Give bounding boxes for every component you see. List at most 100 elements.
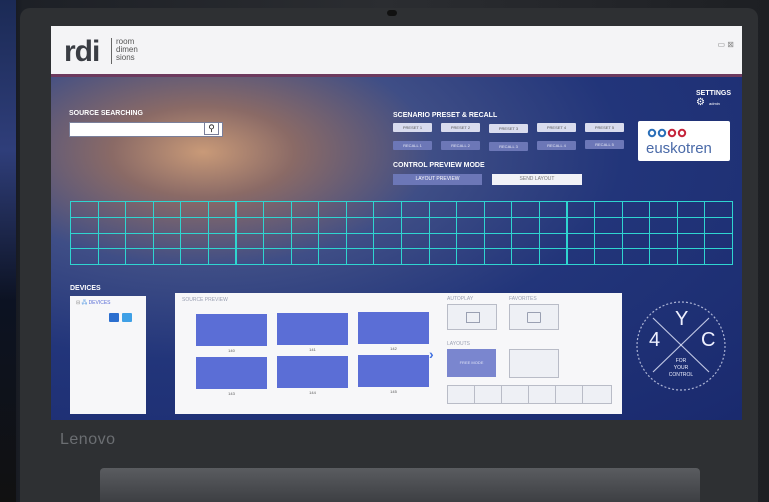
wall-cell[interactable] <box>649 232 678 250</box>
wall-cell[interactable] <box>290 201 320 218</box>
recall-5-button[interactable]: RECALL 5 <box>585 140 624 149</box>
wall-cell[interactable] <box>318 248 347 265</box>
wall-cell[interactable] <box>401 232 430 250</box>
wall-cell[interactable] <box>70 216 99 234</box>
devices-tree-item[interactable]: ⊟ 🖧 DEVICES <box>76 300 111 308</box>
wall-cell[interactable] <box>566 201 596 218</box>
wall-cell[interactable] <box>511 201 540 218</box>
wall-cell[interactable] <box>538 248 568 265</box>
wall-cell[interactable] <box>621 248 651 265</box>
wall-cell[interactable] <box>207 232 237 250</box>
wall-cell[interactable] <box>428 248 458 265</box>
preset-3-button[interactable]: PRESET 3 <box>489 124 528 133</box>
wall-cell[interactable] <box>621 216 651 234</box>
wall-cell[interactable] <box>401 216 430 234</box>
wall-cell[interactable] <box>456 216 485 234</box>
wall-cell[interactable] <box>594 216 623 234</box>
wall-cell[interactable] <box>125 232 154 250</box>
wall-cell[interactable] <box>373 201 402 218</box>
favorites-slot[interactable] <box>509 304 559 330</box>
wall-cell[interactable] <box>483 248 513 265</box>
wall-cell[interactable] <box>428 232 458 250</box>
wall-cell[interactable] <box>152 232 182 250</box>
recall-2-button[interactable]: RECALL 2 <box>441 141 480 150</box>
wall-cell[interactable] <box>594 248 623 265</box>
wall-cell[interactable] <box>318 216 347 234</box>
device-icon[interactable] <box>122 313 132 322</box>
wall-cell[interactable] <box>263 216 292 234</box>
wall-cell[interactable] <box>263 201 292 218</box>
window-controls[interactable]: ▭ ⊠ <box>718 40 734 49</box>
wall-cell[interactable] <box>621 201 651 218</box>
settings-area[interactable]: SETTINGS ⚙ admin <box>696 90 731 109</box>
wall-cell[interactable] <box>152 248 182 265</box>
recall-3-button[interactable]: RECALL 3 <box>489 142 528 151</box>
wall-cell[interactable] <box>70 232 99 250</box>
wall-cell[interactable] <box>290 248 320 265</box>
wall-cell[interactable] <box>345 216 375 234</box>
wall-cell[interactable] <box>180 248 209 265</box>
wall-cell[interactable] <box>207 216 237 234</box>
source-thumbnail[interactable] <box>277 356 348 388</box>
recall-4-button[interactable]: RECALL 4 <box>537 141 576 150</box>
wall-cell[interactable] <box>676 248 706 265</box>
layout-slot[interactable] <box>509 349 559 378</box>
wall-cell[interactable] <box>70 248 99 265</box>
wall-cell[interactable] <box>704 232 733 250</box>
video-wall-grid[interactable] <box>70 201 733 265</box>
source-thumbnail[interactable] <box>196 357 267 389</box>
wall-cell[interactable] <box>263 232 292 250</box>
wall-cell[interactable] <box>566 248 596 265</box>
wall-cell[interactable] <box>511 216 540 234</box>
search-icon[interactable]: ⚲ <box>204 122 219 135</box>
wall-cell[interactable] <box>594 201 623 218</box>
send-layout-button[interactable]: SEND LAYOUT <box>492 174 582 185</box>
layout-preview-button[interactable]: LAYOUT PREVIEW <box>393 174 482 185</box>
wall-cell[interactable] <box>70 201 99 218</box>
wall-cell[interactable] <box>97 201 127 218</box>
wall-cell[interactable] <box>538 201 568 218</box>
wall-cell[interactable] <box>125 216 154 234</box>
wall-cell[interactable] <box>180 232 209 250</box>
wall-cell[interactable] <box>235 216 265 234</box>
gear-icon[interactable]: ⚙ <box>696 98 705 108</box>
wall-cell[interactable] <box>483 232 513 250</box>
wall-cell[interactable] <box>594 232 623 250</box>
wall-cell[interactable] <box>704 201 733 218</box>
wall-cell[interactable] <box>207 201 237 218</box>
wall-cell[interactable] <box>345 248 375 265</box>
wall-cell[interactable] <box>373 248 402 265</box>
wall-cell[interactable] <box>97 248 127 265</box>
preset-1-button[interactable]: PRESET 1 <box>393 123 432 132</box>
wall-cell[interactable] <box>538 216 568 234</box>
wall-cell[interactable] <box>566 232 596 250</box>
wall-cell[interactable] <box>704 248 733 265</box>
autoplay-slot[interactable] <box>447 304 497 330</box>
wall-cell[interactable] <box>152 216 182 234</box>
wall-cell[interactable] <box>511 248 540 265</box>
wall-cell[interactable] <box>235 232 265 250</box>
recall-1-button[interactable]: RECALL 1 <box>393 141 432 150</box>
wall-cell[interactable] <box>676 201 706 218</box>
wall-cell[interactable] <box>345 232 375 250</box>
wall-cell[interactable] <box>97 216 127 234</box>
wall-cell[interactable] <box>401 201 430 218</box>
next-arrow-icon[interactable]: › <box>429 346 434 362</box>
wall-cell[interactable] <box>538 232 568 250</box>
wall-cell[interactable] <box>649 201 678 218</box>
wall-cell[interactable] <box>318 201 347 218</box>
source-search-input[interactable] <box>69 122 223 137</box>
source-thumbnail[interactable] <box>358 312 429 344</box>
wall-cell[interactable] <box>483 201 513 218</box>
wall-cell[interactable] <box>483 216 513 234</box>
preset-2-button[interactable]: PRESET 2 <box>441 123 480 132</box>
wall-cell[interactable] <box>345 201 375 218</box>
preset-5-button[interactable]: PRESET 5 <box>585 123 624 132</box>
wall-cell[interactable] <box>373 232 402 250</box>
wall-cell[interactable] <box>152 201 182 218</box>
wall-cell[interactable] <box>428 216 458 234</box>
wall-cell[interactable] <box>180 216 209 234</box>
layout-strip[interactable] <box>447 385 612 404</box>
tree-toggle-icon[interactable]: ⊟ <box>76 300 80 306</box>
wall-cell[interactable] <box>263 248 292 265</box>
